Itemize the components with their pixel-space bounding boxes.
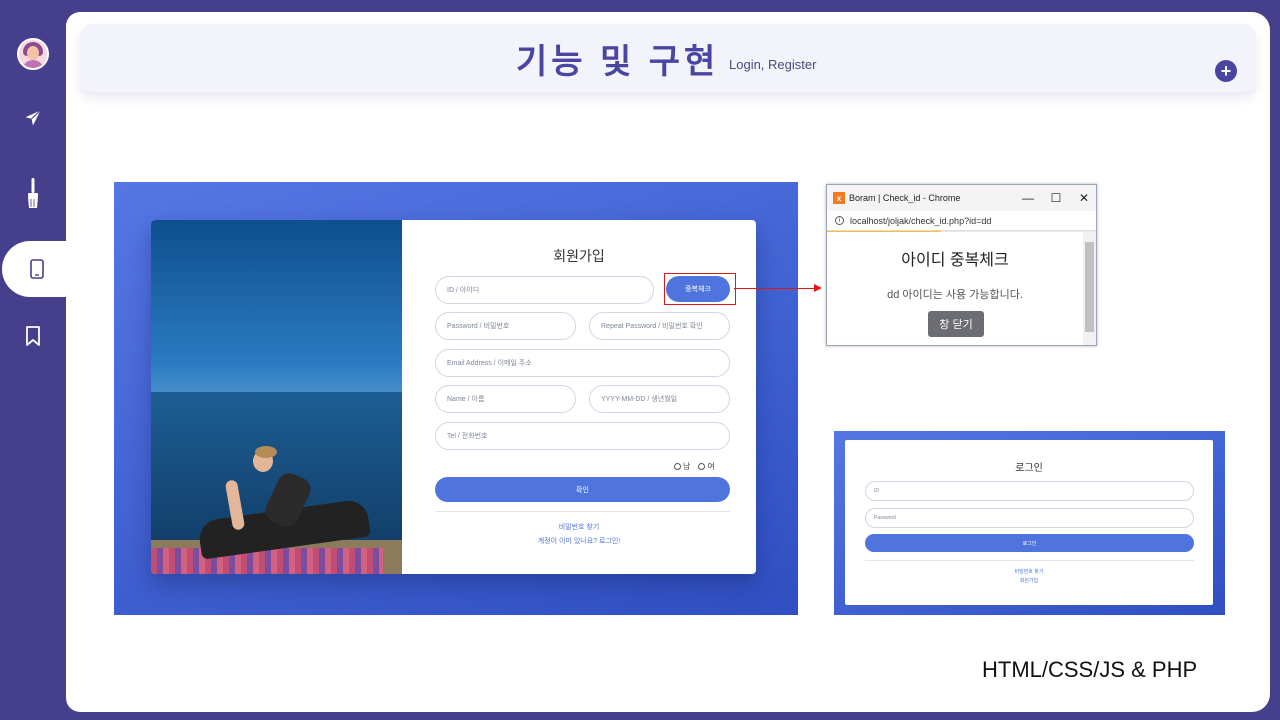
plus-icon: + [1220, 61, 1232, 81]
window-title: Boram | Check_id - Chrome [849, 193, 961, 203]
register-link[interactable]: 회원가입 [845, 577, 1213, 584]
avatar [17, 38, 49, 70]
signup-form: 회원가입 ID / 아이디 중복체크 Password / 비밀번호 Repea… [402, 220, 756, 574]
info-icon[interactable]: i [835, 216, 844, 225]
sidebar-item-send[interactable] [0, 98, 66, 138]
login-card: 로그인 ID Password 로그인 비밀번호 찾기 회원가입 [845, 440, 1213, 605]
login-submit-button[interactable]: 로그인 [865, 534, 1194, 552]
password-input[interactable]: Password / 비밀번호 [435, 312, 576, 340]
page-title: 기능 및 구현 [516, 43, 720, 81]
gender-female-radio[interactable]: 여 [698, 461, 715, 472]
yoga-photo [151, 220, 402, 574]
sidebar-item-bookmark[interactable] [0, 316, 66, 356]
sidebar-item-profile[interactable] [0, 34, 66, 74]
divider [865, 560, 1194, 561]
popup-heading: 아이디 중복체크 [901, 252, 1009, 269]
minimize-button[interactable]: — [1013, 185, 1043, 211]
sidebar-item-design[interactable] [0, 173, 66, 213]
add-button[interactable]: + [1215, 60, 1237, 82]
tel-input[interactable]: Tel / 전화번호 [435, 422, 730, 450]
close-popup-button[interactable]: 창 닫기 [928, 311, 984, 337]
signup-submit-button[interactable]: 확인 [435, 477, 730, 502]
arrow-line [734, 288, 818, 289]
paper-plane-icon [25, 110, 41, 126]
email-input[interactable]: Email Address / 이메일 주소 [435, 349, 730, 377]
login-password-input[interactable]: Password [865, 508, 1194, 528]
bookmark-icon [26, 326, 40, 346]
mobile-icon [30, 259, 44, 279]
tech-stack-label: HTML/CSS/JS & PHP [982, 657, 1198, 682]
login-screenshot: 로그인 ID Password 로그인 비밀번호 찾기 회원가입 [834, 431, 1225, 615]
address-bar[interactable]: i localhost/joljak/check_id.php?id=dd [827, 211, 1096, 231]
popup-message: dd 아이디는 사용 가능합니다. [887, 289, 1023, 301]
login-id-input[interactable]: ID [865, 481, 1194, 501]
scrollbar[interactable] [1083, 232, 1096, 345]
maximize-button[interactable]: ☐ [1041, 185, 1071, 211]
login-link[interactable]: 계정이 이미 있나요? 로그인! [402, 536, 756, 546]
close-window-button[interactable]: ✕ [1069, 185, 1096, 211]
highlight-box [664, 273, 736, 305]
repeat-password-input[interactable]: Repeat Password / 비밀번호 확인 [589, 312, 730, 340]
sidebar-item-mobile[interactable] [2, 241, 72, 297]
birthdate-input[interactable]: YYYY-MM-DD / 생년월일 [589, 385, 730, 413]
brush-icon [28, 178, 38, 208]
divider [435, 511, 730, 512]
signup-screenshot: 회원가입 ID / 아이디 중복체크 Password / 비밀번호 Repea… [114, 182, 798, 615]
gender-radio-group: 남 여 [674, 461, 715, 472]
popup-content: 아이디 중복체크 dd 아이디는 사용 가능합니다. 창 닫기 [827, 232, 1083, 345]
signup-card: 회원가입 ID / 아이디 중복체크 Password / 비밀번호 Repea… [151, 220, 756, 574]
page-subtitle: Login, Register [729, 57, 817, 72]
gender-male-radio[interactable]: 남 [674, 461, 690, 472]
page-header: 기능 및 구현 Login, Register + [80, 24, 1256, 92]
arrow-head [814, 284, 822, 292]
id-input[interactable]: ID / 아이디 [435, 276, 654, 304]
xampp-icon: x [833, 192, 845, 204]
sidebar [0, 0, 66, 720]
signup-title: 회원가입 [553, 248, 605, 264]
find-password-link[interactable]: 비밀번호 찾기 [402, 522, 756, 532]
name-input[interactable]: Name / 이름 [435, 385, 576, 413]
login-find-password-link[interactable]: 비밀번호 찾기 [845, 568, 1213, 575]
login-title: 로그인 [1015, 463, 1043, 474]
url-text: localhost/joljak/check_id.php?id=dd [850, 215, 992, 226]
check-id-popup-window: x Boram | Check_id - Chrome — ☐ ✕ i loca… [826, 184, 1097, 346]
